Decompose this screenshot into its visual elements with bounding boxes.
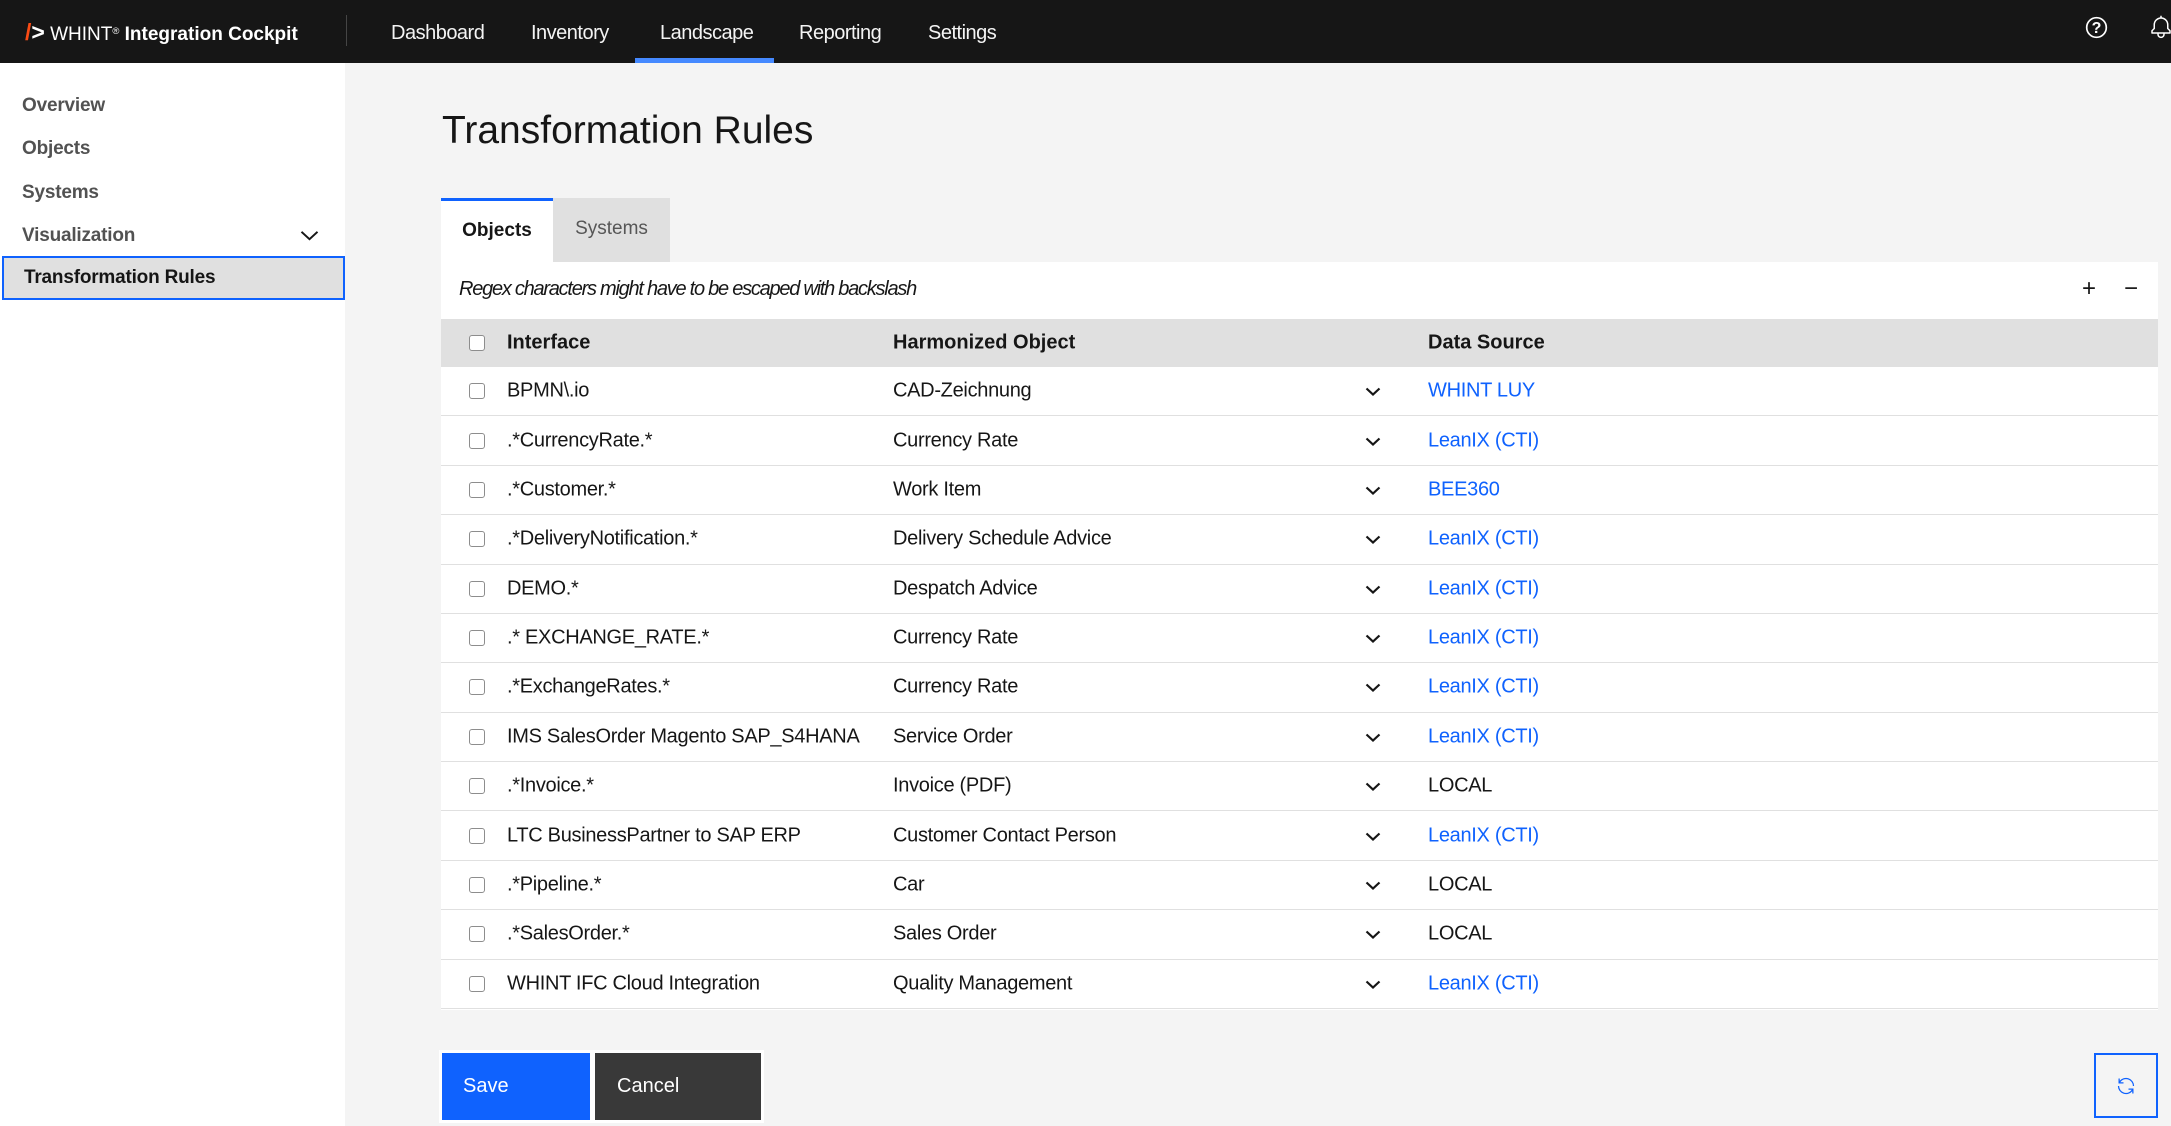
svg-text:?: ?: [2092, 20, 2102, 37]
